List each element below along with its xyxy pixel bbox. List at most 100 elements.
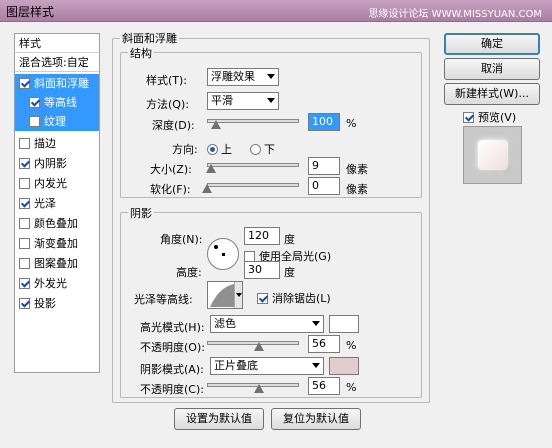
style-item-label: 光泽 <box>34 197 56 210</box>
style-item-label: 纹理 <box>44 115 66 128</box>
highlight-opacity-thumb[interactable] <box>253 342 264 351</box>
style-item-label: 内发光 <box>34 177 67 190</box>
antialias-label: 消除锯齿(L) <box>272 292 331 305</box>
chevron-down-icon <box>312 363 320 368</box>
technique-select-value: 平滑 <box>211 94 233 107</box>
contour-dropdown[interactable] <box>234 282 242 308</box>
gloss-contour-label: 光泽等高线: <box>134 293 193 306</box>
checkbox-icon <box>463 112 474 123</box>
style-select[interactable]: 浮雕效果 <box>207 68 279 86</box>
preview-label: 预览(V) <box>478 111 517 124</box>
style-item-drop-shadow[interactable]: 投影 <box>15 294 99 313</box>
direction-up-radio[interactable]: 上 <box>207 141 232 157</box>
shadow-opacity-unit: % <box>346 381 357 394</box>
style-item-label: 外发光 <box>34 277 67 290</box>
size-label: 大小(Z): <box>150 163 192 176</box>
inner-glow-checkbox[interactable] <box>19 178 30 189</box>
shadow-mode-label: 阴影模式(A): <box>140 363 204 376</box>
inner-shadow-checkbox[interactable] <box>19 158 30 169</box>
style-item-label: 颜色叠加 <box>34 217 78 230</box>
set-default-button[interactable]: 设置为默认值 <box>174 408 264 430</box>
bevel-emboss-title: 斜面和浮雕 <box>120 30 179 46</box>
new-style-button[interactable]: 新建样式(W)... <box>444 83 540 105</box>
soften-slider-thumb[interactable] <box>202 184 212 193</box>
texture-checkbox[interactable] <box>29 116 40 127</box>
stroke-checkbox[interactable] <box>19 138 30 149</box>
style-item-color-overlay[interactable]: 颜色叠加 <box>15 214 99 233</box>
style-item-label: 渐变叠加 <box>34 237 78 250</box>
angle-dial[interactable] <box>207 238 239 270</box>
style-item-label: 图案叠加 <box>34 257 78 270</box>
direction-up-label: 上 <box>221 143 232 156</box>
style-item-inner-glow[interactable]: 内发光 <box>15 174 99 193</box>
contour-curve-icon <box>210 284 234 307</box>
structure-title: 结构 <box>128 45 154 61</box>
highlight-mode-select[interactable]: 滤色 <box>210 315 324 333</box>
style-item-contour[interactable]: 等高线 <box>15 93 99 112</box>
reset-default-button[interactable]: 复位为默认值 <box>271 408 361 430</box>
style-item-label: 投影 <box>34 297 56 310</box>
style-item-inner-shadow[interactable]: 内阴影 <box>15 154 99 173</box>
style-item-label: 等高线 <box>44 96 77 109</box>
radio-on-icon <box>207 144 218 155</box>
angle-dial-handle <box>214 245 218 249</box>
shadow-opacity-input[interactable]: 56 <box>308 377 340 395</box>
depth-unit: % <box>346 117 357 130</box>
shadow-mode-select[interactable]: 正片叠底 <box>210 357 324 375</box>
style-item-bevel[interactable]: 斜面和浮雕 <box>15 74 99 93</box>
direction-down-radio[interactable]: 下 <box>250 141 275 157</box>
soften-input[interactable]: 0 <box>308 177 340 195</box>
checkbox-icon <box>257 293 268 304</box>
angle-dial-center <box>222 253 225 256</box>
styles-list: 样式 混合选项:自定 斜面和浮雕 等高线 纹理 描边 内阴影 内发光 光泽 颜色… <box>14 33 100 373</box>
contour-checkbox[interactable] <box>29 97 40 108</box>
highlight-color-swatch[interactable] <box>329 315 359 333</box>
outer-glow-checkbox[interactable] <box>19 278 30 289</box>
styles-header[interactable]: 样式 <box>15 34 99 53</box>
depth-input[interactable]: 100 <box>308 113 340 131</box>
shadow-opacity-thumb[interactable] <box>253 384 264 393</box>
preview-checkbox[interactable]: 预览(V) <box>463 109 516 125</box>
highlight-mode-value: 滤色 <box>214 317 236 330</box>
pattern-overlay-checkbox[interactable] <box>19 258 30 269</box>
size-unit: 像素 <box>346 163 368 176</box>
direction-down-label: 下 <box>264 143 275 156</box>
shadow-color-swatch[interactable] <box>329 357 359 375</box>
color-overlay-checkbox[interactable] <box>19 218 30 229</box>
shadow-opacity-label: 不透明度(C): <box>140 383 204 396</box>
bevel-checkbox[interactable] <box>19 78 30 89</box>
shading-title: 阴影 <box>128 205 154 221</box>
technique-select[interactable]: 平滑 <box>207 92 279 110</box>
highlight-opacity-input[interactable]: 56 <box>308 335 340 353</box>
depth-slider-thumb[interactable] <box>211 120 222 129</box>
antialias-checkbox[interactable]: 消除锯齿(L) <box>257 290 331 306</box>
soften-unit: 像素 <box>346 183 368 196</box>
depth-label: 深度(D): <box>152 119 195 132</box>
style-item-pattern-overlay[interactable]: 图案叠加 <box>15 254 99 273</box>
style-item-stroke[interactable]: 描边 <box>15 134 99 153</box>
style-item-satin[interactable]: 光泽 <box>15 194 99 213</box>
altitude-unit: 度 <box>284 266 295 279</box>
highlight-opacity-unit: % <box>346 339 357 352</box>
style-item-outer-glow[interactable]: 外发光 <box>15 274 99 293</box>
style-label: 样式(T): <box>146 74 188 87</box>
ok-button[interactable]: 确定 <box>444 33 540 55</box>
size-slider-thumb[interactable] <box>205 164 216 173</box>
drop-shadow-checkbox[interactable] <box>19 298 30 309</box>
chevron-down-icon <box>267 74 275 79</box>
size-input[interactable]: 9 <box>308 157 340 175</box>
size-slider-track[interactable] <box>207 163 299 167</box>
gloss-contour-picker[interactable] <box>207 281 243 309</box>
radio-off-icon <box>250 144 261 155</box>
blend-options-item[interactable]: 混合选项:自定 <box>15 53 99 72</box>
style-item-label: 描边 <box>34 137 56 150</box>
chevron-down-icon <box>312 321 320 326</box>
soften-slider-track[interactable] <box>207 183 299 187</box>
satin-checkbox[interactable] <box>19 198 30 209</box>
gradient-overlay-checkbox[interactable] <box>19 238 30 249</box>
style-item-texture[interactable]: 纹理 <box>15 112 99 131</box>
cancel-button[interactable]: 取消 <box>444 58 540 80</box>
angle-input[interactable]: 120 <box>244 227 280 245</box>
style-item-gradient-overlay[interactable]: 渐变叠加 <box>15 234 99 253</box>
altitude-input[interactable]: 30 <box>244 261 280 279</box>
